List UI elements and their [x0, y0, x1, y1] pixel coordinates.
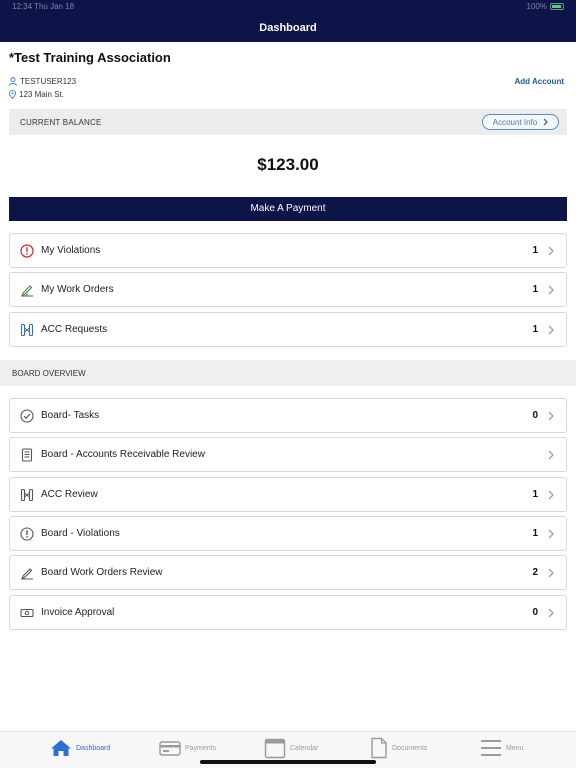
battery-icon [550, 3, 564, 10]
chevron-right-icon [548, 490, 554, 500]
make-payment-button[interactable]: Make A Payment [9, 197, 567, 221]
row-count: 1 [532, 245, 538, 256]
money-icon [20, 608, 34, 618]
calendar-icon [264, 738, 286, 759]
tab-label: Documents [392, 744, 428, 752]
row-board-work-orders-review[interactable]: Board Work Orders Review 2 [9, 555, 567, 590]
row-acc-review[interactable]: ACC Review 1 [9, 477, 567, 512]
chevron-right-icon [548, 450, 554, 460]
row-board-tasks[interactable]: Board- Tasks 0 [9, 398, 567, 433]
chevron-right-icon [548, 411, 554, 421]
chevron-right-icon [548, 568, 554, 578]
account-info-button[interactable]: Account Info [482, 114, 559, 130]
row-label: ACC Review [41, 489, 98, 500]
chevron-right-icon [543, 118, 549, 126]
row-count: 1 [532, 528, 538, 539]
tab-label: Payments [185, 744, 217, 752]
row-label: Board - Accounts Receivable Review [41, 449, 205, 460]
alert-icon [20, 244, 34, 258]
battery-percent: 100% [526, 2, 547, 11]
row-count: 2 [532, 567, 538, 578]
acc-icon [20, 488, 34, 502]
row-count: 1 [532, 489, 538, 500]
menu-icon [481, 740, 501, 756]
tab-dashboard[interactable]: Dashboard [50, 736, 110, 760]
add-account-link[interactable]: Add Account [515, 77, 564, 86]
nav-bar: Dashboard [0, 14, 576, 42]
chevron-right-icon [548, 325, 554, 335]
status-time: 12:34 Thu Jan 18 [12, 2, 75, 11]
status-right: 100% [527, 2, 564, 11]
balance-amount: $123.00 [257, 155, 319, 174]
tab-documents[interactable]: Documents [370, 736, 427, 760]
user-line: TESTUSER123 [9, 77, 76, 86]
pencil-check-icon [21, 285, 33, 297]
row-count: 0 [532, 410, 538, 421]
row-label: Board- Tasks [41, 410, 100, 421]
address: 123 Main St. [19, 90, 64, 99]
row-label: ACC Requests [41, 324, 108, 335]
row-label: Board Work Orders Review [41, 567, 163, 578]
tab-label: Dashboard [76, 744, 111, 752]
home-icon [51, 740, 71, 756]
pencil-check-icon [21, 568, 33, 580]
row-invoice-approval[interactable]: Invoice Approval 0 [9, 595, 567, 630]
row-count: 1 [532, 284, 538, 295]
row-my-work-orders[interactable]: My Work Orders 1 [9, 272, 567, 307]
status-bar: 12:34 Thu Jan 18 100% [0, 0, 576, 14]
location-pin-icon [9, 90, 16, 99]
address-line: 123 Main St. [9, 90, 64, 99]
row-label: Board - Violations [41, 528, 120, 539]
chevron-right-icon [548, 246, 554, 256]
balance-label: CURRENT BALANCE [20, 118, 102, 127]
row-acc-requests[interactable]: ACC Requests 1 [9, 312, 567, 347]
ledger-icon [21, 448, 33, 462]
tab-label: Calendar [290, 744, 319, 752]
chevron-right-icon [548, 285, 554, 295]
chevron-right-icon [548, 529, 554, 539]
row-board-accounts-receivable[interactable]: Board - Accounts Receivable Review [9, 437, 567, 472]
association-name: *Test Training Association [9, 50, 171, 65]
row-board-violations[interactable]: Board - Violations 1 [9, 516, 567, 551]
card-icon [159, 741, 181, 756]
row-count: 1 [532, 324, 538, 335]
section-label: BOARD OVERVIEW [12, 369, 86, 378]
row-label: Invoice Approval [41, 607, 115, 618]
balance-bar: CURRENT BALANCE Account Info [9, 109, 567, 135]
home-indicator [200, 760, 376, 764]
chevron-right-icon [548, 608, 554, 618]
alert-icon [20, 527, 34, 541]
check-circle-icon [20, 409, 34, 423]
document-icon [371, 737, 387, 759]
row-count: 0 [532, 607, 538, 618]
row-label: My Violations [41, 245, 101, 256]
tab-menu[interactable]: Menu [480, 736, 524, 760]
tab-payments[interactable]: Payments [159, 736, 216, 760]
account-info-label: Account Info [492, 117, 538, 127]
row-label: My Work Orders [41, 284, 114, 295]
row-my-violations[interactable]: My Violations 1 [9, 233, 567, 268]
tab-label: Menu [506, 744, 524, 752]
user-icon [9, 77, 17, 86]
tab-calendar[interactable]: Calendar [264, 736, 318, 760]
board-overview-header: BOARD OVERVIEW [0, 360, 576, 386]
username: TESTUSER123 [20, 77, 77, 86]
acc-icon [20, 323, 34, 337]
page-title: Dashboard [259, 22, 317, 34]
